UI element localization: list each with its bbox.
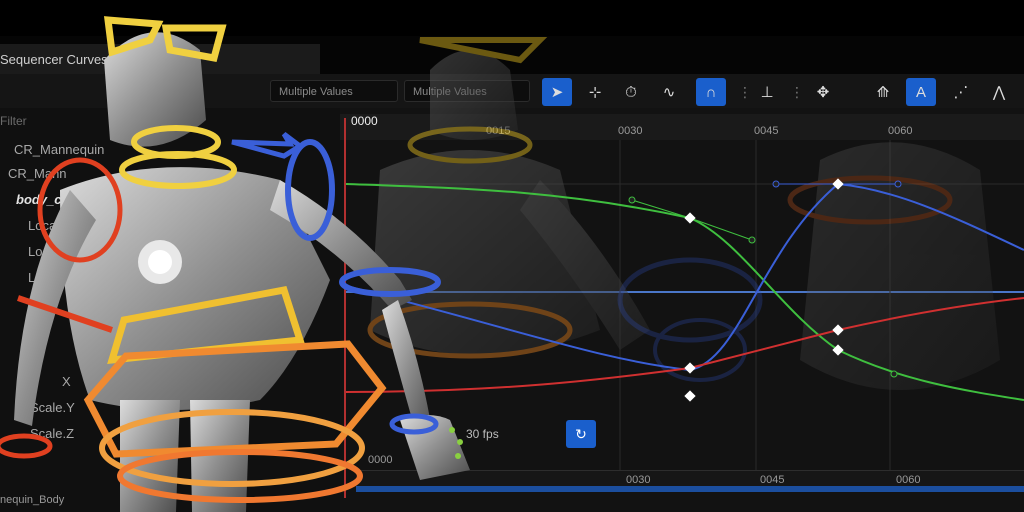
tangent-point	[894, 180, 902, 188]
keyframe	[684, 362, 696, 374]
right-arrow-control	[231, 132, 305, 159]
ghost-mannequin-center	[367, 37, 650, 359]
keyframe	[684, 390, 696, 402]
left-wrist-control	[0, 433, 53, 459]
ghost-mannequin-right	[617, 142, 1000, 390]
tangent-point	[890, 370, 898, 378]
tangent-point	[772, 180, 780, 188]
tangent-point	[748, 236, 756, 244]
finger-control	[457, 439, 463, 445]
sequencer-curves-editor: { "window": {"title": "Sequencer Curves"…	[0, 0, 1024, 512]
tangent-point	[628, 196, 636, 204]
finger-control	[449, 427, 455, 433]
overlay-art	[0, 16, 1024, 512]
finger-control	[455, 453, 461, 459]
keyframe	[684, 212, 696, 224]
